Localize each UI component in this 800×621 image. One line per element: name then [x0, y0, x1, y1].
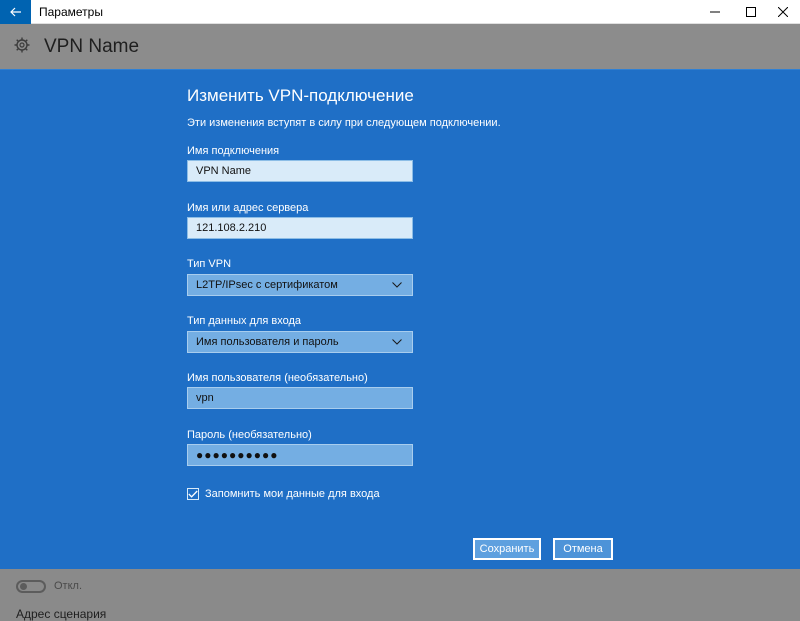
dialog-title: Изменить VPN-подключение [187, 86, 414, 105]
remember-row[interactable]: Запомнить мои данные для входа [187, 488, 380, 500]
server-value: 121.108.2.210 [196, 222, 267, 234]
username-input[interactable]: vpn [187, 387, 413, 409]
toggle-label: Откл. [54, 580, 83, 592]
gear-icon [14, 37, 30, 53]
cancel-button[interactable]: Отмена [553, 538, 613, 560]
title-bar: Параметры [0, 0, 800, 24]
save-button[interactable]: Сохранить [473, 538, 541, 560]
vpn-type-select[interactable]: L2TP/IPsec с сертификатом [187, 274, 413, 296]
vpn-type-value: L2TP/IPsec с сертификатом [196, 279, 338, 291]
minimize-icon [710, 11, 720, 13]
chevron-down-icon [390, 335, 404, 349]
page-header: VPN Name [0, 24, 800, 69]
connection-name-input[interactable]: VPN Name [187, 160, 413, 182]
minimize-button[interactable] [698, 0, 732, 24]
connection-name-value: VPN Name [196, 165, 252, 177]
signin-type-label: Тип данных для входа [187, 315, 302, 327]
vpn-toggle[interactable] [16, 580, 46, 593]
server-label: Имя или адрес сервера [187, 202, 309, 214]
password-value: ●●●●●●●●●● [196, 448, 279, 462]
remember-checkbox[interactable] [187, 488, 199, 500]
password-label: Пароль (необязательно) [187, 429, 312, 441]
remember-label: Запомнить мои данные для входа [205, 488, 380, 500]
signin-type-select[interactable]: Имя пользователя и пароль [187, 331, 413, 353]
password-input[interactable]: ●●●●●●●●●● [187, 444, 413, 466]
back-button[interactable] [0, 0, 31, 24]
app-title: Параметры [39, 5, 103, 19]
server-input[interactable]: 121.108.2.210 [187, 217, 413, 239]
page-title: VPN Name [44, 36, 140, 57]
maximize-icon [746, 7, 756, 17]
back-arrow-icon [9, 7, 21, 17]
chevron-down-icon [390, 278, 404, 292]
script-address-label: Адрес сценария [16, 607, 107, 621]
dialog-note: Эти изменения вступят в силу при следующ… [187, 117, 501, 129]
signin-type-value: Имя пользователя и пароль [196, 336, 339, 348]
username-value: vpn [196, 392, 214, 404]
maximize-button[interactable] [734, 0, 768, 24]
checkmark-icon [188, 490, 198, 498]
close-icon [778, 7, 788, 17]
connection-name-label: Имя подключения [187, 145, 280, 157]
close-button[interactable] [766, 0, 800, 24]
vpn-type-label: Тип VPN [187, 258, 232, 270]
toggle-knob [20, 583, 27, 590]
page-bottom: Откл. Адрес сценария [0, 569, 800, 621]
username-label: Имя пользователя (необязательно) [187, 372, 368, 384]
edit-vpn-dialog: Изменить VPN-подключение Эти изменения в… [0, 69, 800, 569]
